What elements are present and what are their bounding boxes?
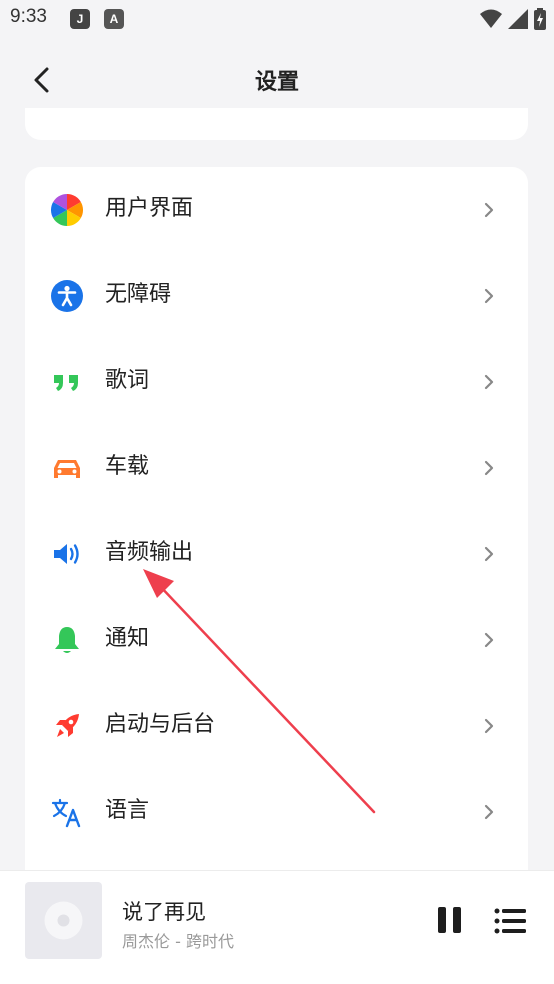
chevron-right-icon <box>484 718 494 734</box>
settings-item-label: 语言 <box>105 798 150 823</box>
settings-item-lyrics[interactable]: 歌词 <box>25 339 528 425</box>
status-bar: 9:33 J A <box>0 0 554 38</box>
settings-item-notifications[interactable]: 通知 <box>25 597 528 683</box>
status-time: 9:33 <box>10 6 47 27</box>
settings-item-label: 启动与后台 <box>105 712 216 737</box>
speaker-icon <box>54 544 79 564</box>
settings-item-startup-background[interactable]: 启动与后台 <box>25 683 528 769</box>
song-title: 说了再见 <box>122 900 206 924</box>
signal-icon <box>508 9 528 29</box>
settings-item-label: 通知 <box>105 626 150 651</box>
settings-item-label: 音频输出 <box>105 540 194 565</box>
settings-card-previous <box>25 108 528 140</box>
settings-item-user-interface[interactable]: 用户界面 <box>25 167 528 253</box>
chevron-right-icon <box>484 804 494 820</box>
wifi-icon <box>480 9 502 28</box>
car-icon <box>54 460 80 478</box>
chevron-right-icon <box>484 374 494 390</box>
settings-card: 用户界面 无障碍 歌词 车载 音频输出 通知 启动与后台 语言 <box>25 167 528 887</box>
rocket-icon <box>56 714 79 737</box>
settings-item-label: 车载 <box>105 454 150 479</box>
settings-item-car[interactable]: 车载 <box>25 425 528 511</box>
chevron-right-icon <box>484 288 494 304</box>
top-app-bar: 设置 <box>0 52 554 108</box>
app-notification-icon: A <box>104 9 124 29</box>
playlist-button[interactable] <box>494 907 526 935</box>
settings-item-label: 无障碍 <box>105 282 172 307</box>
status-right-icons <box>480 7 546 31</box>
album-cover[interactable] <box>25 882 102 959</box>
bell-icon <box>55 627 79 653</box>
settings-item-accessibility[interactable]: 无障碍 <box>25 253 528 339</box>
chevron-right-icon <box>484 546 494 562</box>
battery-icon <box>534 8 546 30</box>
settings-item-audio-output[interactable]: 音频输出 <box>25 511 528 597</box>
disc-icon <box>44 901 83 940</box>
palette-icon <box>51 194 83 226</box>
quote-icon <box>54 375 78 391</box>
pause-button[interactable] <box>436 905 464 935</box>
mini-player[interactable]: 说了再见 周杰伦 - 跨时代 <box>0 870 554 984</box>
accessibility-icon <box>51 280 83 312</box>
settings-item-language[interactable]: 语言 <box>25 769 528 855</box>
app-notification-icon: J <box>70 9 90 29</box>
page-title: 设置 <box>254 70 299 95</box>
translate-icon <box>51 798 81 828</box>
settings-item-label: 歌词 <box>105 368 150 393</box>
chevron-right-icon <box>484 632 494 648</box>
chevron-right-icon <box>484 460 494 476</box>
song-artist-album: 周杰伦 - 跨时代 <box>122 932 234 951</box>
chevron-right-icon <box>484 202 494 218</box>
settings-item-label: 用户界面 <box>105 196 194 221</box>
